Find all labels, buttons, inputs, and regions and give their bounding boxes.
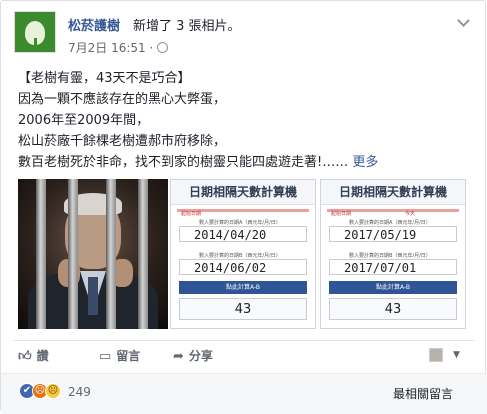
photo-calculator-2017[interactable]: 日期相隔天數計算機 起始日期 今天 數入要計算的日期A（西元年/月/日） 201… [320,179,466,329]
tree-trunk [34,38,37,48]
start-date-tag: 起始日期 [331,211,352,217]
post-timestamp[interactable]: 7月2日 16:51 · [68,41,153,55]
calculator-title: 日期相隔天數計算機 [321,180,465,205]
like-label: 讚 [36,349,49,363]
post-line: 松山菸廠千餘棵老樹遭郝市府移除， [18,134,227,149]
globe-icon [157,42,169,53]
prison-bar [106,179,116,329]
reaction-count[interactable]: 249 [68,385,91,399]
photo-calculator-2014[interactable]: 日期相隔天數計算機 起始日期 數入要計算的日期A（西元年/月/日） 2014/0… [170,179,316,329]
post-line-last: 數百老樹死於非命，找不到家的樹靈只能四處遊走著!…… 更多 [18,152,478,173]
calculate-button: 點此計算A-B [329,281,457,294]
share-arrow-icon: ➦ [173,349,184,364]
post-card: 松菸護樹 新增了 3 張相片。 7月2日 16:51 · 【老樹有靈，43天不是… [0,0,487,414]
action-bar: 👍︎ 讚 ▭ 留言 ➦ 分享 [13,340,475,369]
post-action-text: 新增了 3 張相片。 [133,19,241,34]
date-b-field: 2014/06/02 [179,259,307,275]
date-a-label: 數入要計算的日期A（西元年/月/日） [349,220,431,226]
result-field: 43 [179,298,307,320]
photo-grid: 日期相隔天數計算機 起始日期 數入要計算的日期A（西元年/月/日） 2014/0… [18,179,466,329]
post-line: 因為一顆不應該存在的黑心大弊蛋， [18,92,227,107]
speech-bubble-icon: ▭ [99,349,112,364]
date-a-label: 數入要計算的日期A（西元年/月/日） [199,220,281,226]
calculator-title: 日期相隔天數計算機 [171,180,315,205]
date-a-field: 2014/04/20 [179,226,307,242]
see-more-link[interactable]: 更多 [352,155,378,170]
result-field: 43 [329,298,457,320]
necktie [88,277,98,315]
sad-reaction-icon[interactable]: ☹ [45,383,61,399]
post-line: 【老樹有靈，43天不是巧合】 [18,71,191,86]
post-line: 2006年至2009年間， [18,113,150,128]
date-a-field: 2017/05/19 [329,226,457,242]
post-options-chevron-icon[interactable] [456,15,472,27]
photo-man-behind-bars[interactable] [18,179,168,329]
comment-sort-link[interactable]: 最相關留言 [393,385,453,402]
thumbs-up-icon: 👍︎ [18,349,32,364]
date-b-label: 數入要計算的日期B（西元年/月/日） [199,253,281,259]
viewer-avatar[interactable] [429,348,443,362]
comment-label: 留言 [116,349,141,363]
prison-bar [68,179,78,329]
post-body: 【老樹有靈，43天不是巧合】 因為一顆不應該存在的黑心大弊蛋， 2006年至20… [18,68,478,173]
date-b-field: 2017/07/01 [329,259,457,275]
start-date-tag: 起始日期 [181,211,202,217]
post-meta: 7月2日 16:51 · [68,39,169,56]
page-name-link[interactable]: 松菸護樹 [68,15,120,34]
share-label: 分享 [188,349,213,363]
like-button[interactable]: 👍︎ 讚 [18,347,49,364]
chevron-down-icon[interactable]: ▼ [453,350,460,360]
share-button[interactable]: ➦ 分享 [173,347,213,364]
date-b-label: 數入要計算的日期B（西元年/月/日） [349,253,431,259]
post-line: 數百老樹死於非命，找不到家的樹靈只能四處遊走著!…… [18,155,349,170]
prison-bar [36,179,46,329]
today-tag: 今天 [405,211,416,217]
comment-button[interactable]: ▭ 留言 [99,347,140,364]
prison-bar [138,179,148,329]
reactions-bar: ✔ ☹ ☹ 249 最相關留言 [1,373,487,414]
calculate-button: 點此計算A-B [179,281,307,294]
page-avatar[interactable] [14,11,56,53]
